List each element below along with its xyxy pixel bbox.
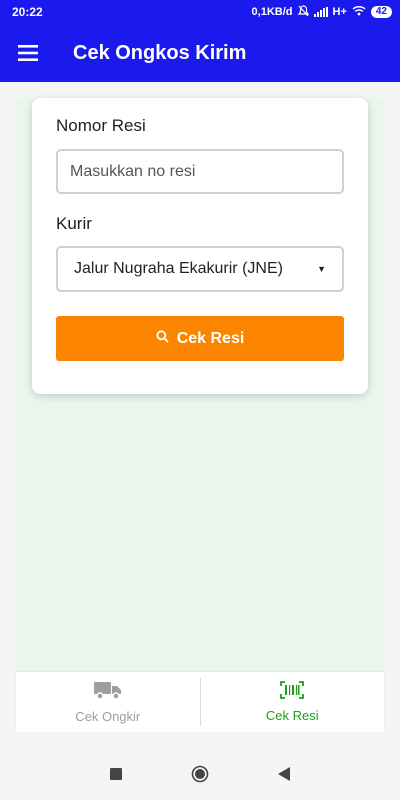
status-indicators: 0,1KB/d H+ 42 xyxy=(251,4,392,20)
back-triangle-icon xyxy=(278,766,290,786)
network-type: H+ xyxy=(332,6,347,18)
system-nav-bar xyxy=(0,752,400,800)
status-time: 20:22 xyxy=(12,5,43,19)
nav-cek-resi[interactable]: Cek Resi xyxy=(201,672,385,732)
recents-button[interactable] xyxy=(105,765,127,787)
back-button[interactable] xyxy=(273,765,295,787)
hamburger-menu-icon xyxy=(18,45,38,61)
wifi-icon xyxy=(352,5,366,19)
resi-label: Nomor Resi xyxy=(56,116,146,135)
kurir-selected-value: Jalur Nugraha Ekakurir (JNE) xyxy=(74,260,283,277)
tracking-form-card: Nomor Resi Kurir Jalur Nugraha Ekakurir … xyxy=(32,98,368,394)
app-title: Cek Ongkos Kirim xyxy=(73,41,247,64)
nav-cek-ongkir-label: Cek Ongkir xyxy=(75,709,141,724)
nav-cek-resi-label: Cek Resi xyxy=(265,708,319,723)
cek-resi-button[interactable]: Cek Resi xyxy=(56,316,344,361)
kurir-select[interactable]: Jalur Nugraha Ekakurir (JNE) ▼ xyxy=(56,246,344,292)
nav-cek-ongkir[interactable]: Cek Ongkir xyxy=(16,672,200,732)
bottom-nav: Cek Ongkir Cek Resi xyxy=(16,672,384,732)
truck-icon xyxy=(93,680,122,703)
kurir-label: Kurir xyxy=(56,214,92,233)
signal-icon xyxy=(313,7,328,17)
battery-indicator: 42 xyxy=(370,6,392,18)
barcode-icon xyxy=(280,681,305,702)
cek-resi-button-label: Cek Resi xyxy=(176,329,245,347)
status-bar: 20:22 0,1KB/d H+ 42 xyxy=(0,0,400,24)
dropdown-caret-icon: ▼ xyxy=(317,264,326,274)
mute-icon xyxy=(297,4,309,20)
home-button[interactable] xyxy=(189,765,211,787)
circle-icon xyxy=(191,765,209,788)
search-icon xyxy=(156,329,169,348)
app-bar: Cek Ongkos Kirim xyxy=(0,24,400,82)
square-icon xyxy=(110,767,122,785)
resi-input[interactable] xyxy=(56,149,344,194)
network-speed: 0,1KB/d xyxy=(251,6,293,18)
menu-button[interactable] xyxy=(0,24,56,82)
